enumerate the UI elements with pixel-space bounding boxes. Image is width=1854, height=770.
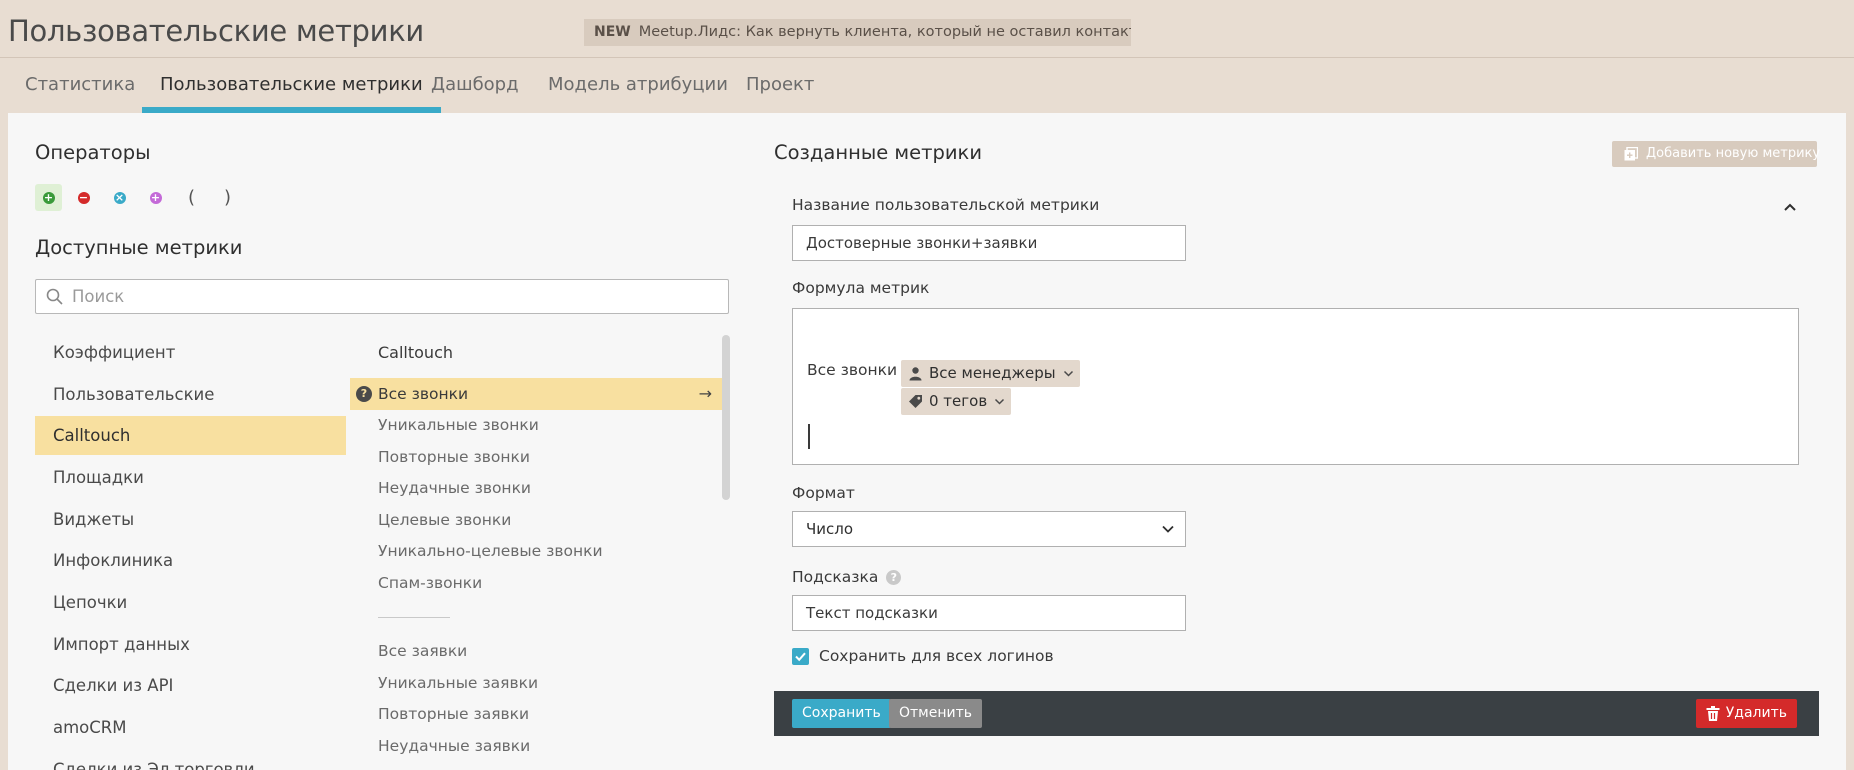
hint-label: Подсказка: [792, 568, 879, 586]
checkmark-icon: [795, 652, 806, 662]
divide-icon: +: [149, 191, 162, 204]
tab-custom-metrics[interactable]: Пользовательские метрики: [142, 60, 441, 113]
operators-title: Операторы: [35, 141, 151, 164]
format-label: Формат: [792, 484, 855, 502]
add-metric-label: Добавить новую метрику: [1646, 146, 1821, 161]
search-icon: [46, 288, 63, 305]
tab-bar: Статистика Пользовательские метрики Дашб…: [0, 60, 1854, 113]
format-selected-value: Число: [806, 520, 854, 538]
help-icon[interactable]: ?: [886, 570, 902, 585]
chevron-down-icon: [995, 398, 1005, 405]
multiply-icon: ×: [113, 191, 126, 204]
news-banner[interactable]: NEW Meetup.Лидс: Как вернуть клиента, кот…: [584, 19, 1131, 46]
metric-item[interactable]: Целевые звонки: [350, 504, 722, 536]
category-item[interactable]: Инфоклиника: [35, 541, 346, 580]
category-item[interactable]: amoCRM: [35, 708, 346, 747]
category-item[interactable]: Площадки: [35, 458, 346, 497]
tags-filter-chip[interactable]: 0 тегов: [901, 388, 1012, 415]
metrics-scrollbar[interactable]: [722, 335, 730, 500]
metric-label: Все звонки: [378, 385, 469, 403]
metrics-divider: [378, 617, 450, 618]
header-divider: [0, 57, 1854, 58]
hint-label-row: Подсказка?: [792, 568, 902, 586]
metric-item[interactable]: Повторные заявки: [350, 698, 722, 730]
tag-icon: [909, 395, 922, 408]
delete-label: Удалить: [1725, 705, 1787, 721]
tab-project[interactable]: Проект: [746, 60, 814, 113]
hint-input[interactable]: Текст подсказки: [792, 595, 1186, 631]
cancel-button[interactable]: Отменить: [889, 699, 983, 728]
metric-item[interactable]: Неудачные звонки: [350, 472, 722, 504]
created-metrics-title: Созданные метрики: [774, 141, 983, 164]
metrics-search[interactable]: [35, 279, 729, 314]
metric-item[interactable]: Уникальные звонки: [350, 409, 722, 441]
available-metrics-title: Доступные метрики: [35, 236, 243, 259]
save-button[interactable]: Сохранить: [792, 699, 891, 728]
page-title: Пользовательские метрики: [8, 14, 424, 48]
news-text: Meetup.Лидс: Как вернуть клиента, которы…: [638, 24, 1131, 40]
search-input[interactable]: [36, 280, 728, 313]
formula-metric-text: Все звонки: [807, 361, 898, 379]
category-item-active[interactable]: Calltouch: [35, 416, 346, 455]
category-item[interactable]: Импорт данных: [35, 625, 346, 664]
category-item[interactable]: Цепочки: [35, 583, 346, 622]
operator-open-paren-button[interactable]: (: [178, 184, 205, 211]
news-tag: NEW: [594, 24, 631, 40]
delete-button[interactable]: Удалить: [1695, 699, 1797, 728]
managers-filter-chip[interactable]: Все менеджеры: [901, 360, 1080, 387]
save-for-all-label[interactable]: Сохранить для всех логинов: [819, 647, 1054, 665]
chevron-up-icon[interactable]: [1782, 200, 1798, 214]
operator-plus-button[interactable]: +: [35, 184, 62, 211]
category-item[interactable]: Пользовательские: [35, 375, 346, 414]
metric-item-active[interactable]: ? Все звонки →: [350, 378, 722, 410]
operator-multiply-button[interactable]: ×: [106, 184, 133, 211]
chevron-down-icon: [1162, 525, 1174, 533]
user-icon: [909, 367, 922, 381]
metric-item[interactable]: Уникальные заявки: [350, 667, 722, 699]
metric-name-label: Название пользовательской метрики: [792, 196, 1100, 214]
operator-close-paren-button[interactable]: ): [214, 184, 241, 211]
action-bar: Сохранить Отменить Удалить: [774, 691, 1819, 736]
trash-icon: [1706, 706, 1720, 721]
add-copy-icon: [1624, 147, 1638, 161]
metric-item[interactable]: Все заявки: [350, 635, 722, 667]
tab-statistics[interactable]: Статистика: [25, 60, 135, 113]
managers-chip-label: Все менеджеры: [929, 364, 1056, 382]
text-cursor: [808, 424, 810, 449]
metric-name-input[interactable]: Достоверные звонки+заявки: [792, 225, 1186, 261]
metric-item[interactable]: Спам-звонки: [350, 567, 722, 599]
tab-dashboard[interactable]: Дашборд: [431, 60, 519, 113]
category-item[interactable]: Коэффициент: [35, 333, 346, 372]
tab-attribution-model[interactable]: Модель атрибуции: [548, 60, 728, 113]
format-select[interactable]: Число: [792, 511, 1186, 547]
category-item[interactable]: Сделки из Эл.торговли: [35, 750, 346, 770]
formula-label: Формула метрик: [792, 279, 930, 297]
operator-divide-button[interactable]: +: [142, 184, 169, 211]
tags-chip-label: 0 тегов: [929, 392, 988, 410]
arrow-right-icon[interactable]: →: [699, 378, 712, 410]
formula-editor[interactable]: Все звонки Все менеджеры 0 тегов: [792, 308, 1799, 465]
plus-icon: +: [42, 191, 55, 204]
help-icon[interactable]: ?: [356, 386, 372, 402]
metric-item[interactable]: Неудачные заявки: [350, 730, 722, 762]
save-for-all-checkbox[interactable]: [792, 648, 809, 665]
metrics-group-header: Calltouch: [378, 343, 454, 362]
minus-icon: −: [77, 191, 90, 204]
operator-minus-button[interactable]: −: [70, 184, 97, 211]
chevron-down-icon: [1063, 370, 1073, 377]
category-item[interactable]: Виджеты: [35, 500, 346, 539]
add-metric-button[interactable]: Добавить новую метрику: [1612, 141, 1821, 167]
category-item[interactable]: Сделки из API: [35, 666, 346, 705]
metric-item[interactable]: Повторные звонки: [350, 441, 722, 473]
metric-item[interactable]: Уникально-целевые звонки: [350, 535, 722, 567]
